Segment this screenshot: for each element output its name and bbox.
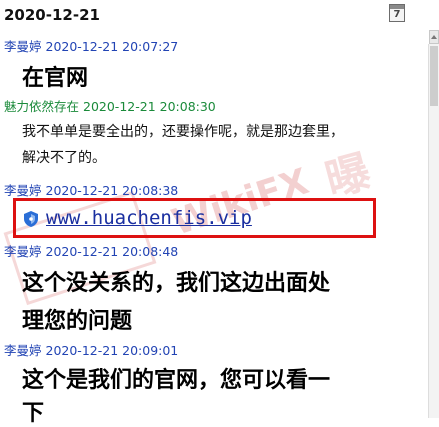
message-header: 李曼婷 2020-12-21 20:07:27 — [4, 36, 178, 55]
message-time: 2020-12-21 20:08:38 — [45, 183, 179, 198]
message-text: 下 — [22, 400, 45, 426]
sender-name: 李曼婷 — [4, 39, 42, 54]
message-text: 理您的问题 — [22, 308, 133, 334]
message-text: 这个没关系的，我们这边出面处 — [22, 270, 331, 296]
message-header: 魅力依然存在 2020-12-21 20:08:30 — [4, 96, 216, 115]
message-time: 2020-12-21 20:08:30 — [83, 99, 216, 114]
message-header: 李曼婷 2020-12-21 20:08:48 — [4, 241, 178, 260]
message-time: 2020-12-21 20:08:48 — [45, 244, 179, 259]
message-text: 解决不了的。 — [22, 150, 106, 166]
message-text: 这个是我们的官网，您可以看一 — [22, 367, 331, 393]
sender-name: 李曼婷 — [4, 244, 42, 259]
message-text: 我不单单是要全出的，还要操作呢，就是那边套里， — [22, 124, 344, 140]
scroll-up-button[interactable] — [429, 30, 439, 44]
highlighted-link-box: www.huachenfis.vip — [13, 198, 376, 238]
sender-name: 李曼婷 — [4, 183, 42, 198]
message-time: 2020-12-21 20:07:27 — [45, 39, 179, 54]
website-link[interactable]: www.huachenfis.vip — [46, 207, 252, 229]
sender-name: 李曼婷 — [4, 343, 42, 358]
shield-icon — [24, 211, 38, 227]
message-header: 李曼婷 2020-12-21 20:08:38 — [4, 180, 178, 199]
date-header: 2020-12-21 — [4, 6, 100, 24]
sender-name: 魅力依然存在 — [4, 99, 80, 114]
scrollbar-thumb[interactable] — [430, 46, 438, 106]
message-text: 在官网 — [22, 65, 89, 91]
message-header: 李曼婷 2020-12-21 20:09:01 — [4, 340, 178, 359]
message-time: 2020-12-21 20:09:01 — [45, 343, 179, 358]
calendar-icon[interactable]: 7 — [389, 4, 405, 22]
